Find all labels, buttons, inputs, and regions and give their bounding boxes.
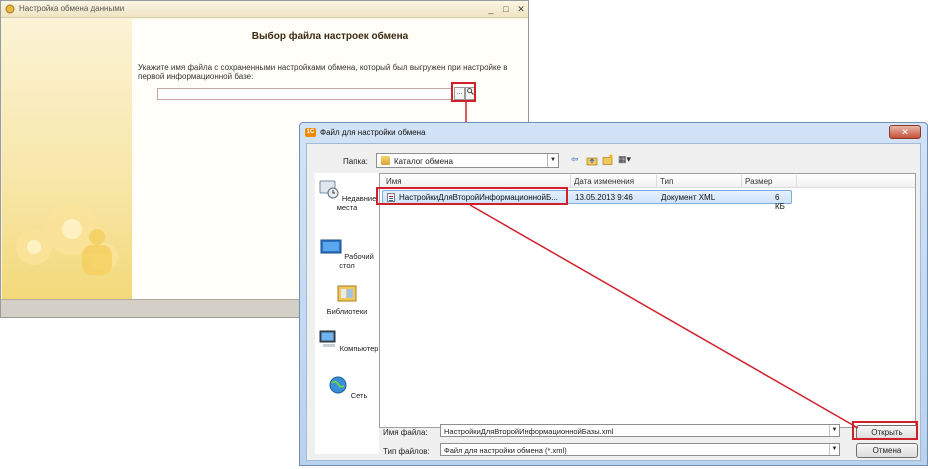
window-title: Настройка обмена данными	[19, 4, 125, 13]
filetype-dropdown[interactable]: Файл для настройки обмена (*.xml) ▼	[440, 443, 840, 456]
place-label: Недавние места	[336, 194, 377, 212]
back-arrow-icon[interactable]: ⇦	[571, 153, 579, 166]
page-title: Выбор файла настроек обмена	[251, 31, 409, 42]
folder-up-icon[interactable]	[586, 154, 598, 167]
open-file-button[interactable]	[465, 87, 476, 100]
filename-input[interactable]: НастройкиДляВторойИнформационнойБазы.xml…	[440, 424, 840, 437]
filetype-label: Тип файлов:	[383, 447, 430, 456]
file-size: 6 КБ	[775, 193, 785, 211]
filename-label: Имя файла:	[383, 428, 428, 437]
cancel-button[interactable]: Отмена	[856, 443, 918, 458]
filename-value: НастройкиДляВторойИнформационнойБазы.xml	[444, 427, 614, 436]
place-desktop[interactable]: Рабочий стол	[315, 237, 379, 270]
file-list: Имя Дата изменения Тип Размер НастройкиД…	[379, 173, 916, 428]
place-label: Сеть	[350, 391, 368, 400]
table-row[interactable]: НастройкиДляВторойИнформационнойБ... 13.…	[382, 190, 792, 211]
window-titlebar: Настройка обмена данными _ □ ✕	[1, 1, 528, 18]
maximize-button[interactable]: □	[500, 3, 512, 15]
look-in-value: Каталог обмена	[394, 157, 453, 166]
gears-illustration	[16, 203, 118, 275]
file-type: Документ XML	[661, 193, 716, 202]
column-header-type[interactable]: Тип	[660, 177, 673, 186]
column-header-date[interactable]: Дата изменения	[574, 177, 634, 186]
decorative-sidebar	[2, 19, 132, 299]
desktop-icon	[320, 239, 342, 254]
libraries-icon	[337, 285, 357, 302]
onec-app-icon: 1C	[305, 128, 316, 137]
column-header-size[interactable]: Размер	[745, 177, 773, 186]
file-name: НастройкиДляВторойИнформационнойБ...	[399, 193, 558, 202]
network-icon	[329, 376, 347, 394]
place-label: Рабочий стол	[339, 252, 374, 270]
look-in-label: Папка:	[343, 157, 368, 166]
file-list-header: Имя Дата изменения Тип Размер	[380, 174, 915, 188]
open-button[interactable]: Открыть	[856, 425, 918, 440]
view-menu-icon[interactable]: ▦▾	[618, 153, 631, 166]
xml-file-icon	[387, 193, 395, 202]
look-in-dropdown[interactable]: Каталог обмена ▼	[376, 153, 559, 168]
place-libraries[interactable]: Библиотеки	[315, 283, 379, 316]
app-icon	[5, 4, 15, 14]
minimize-button[interactable]: _	[485, 3, 497, 15]
chevron-down-icon[interactable]: ▼	[829, 444, 839, 455]
file-date: 13.05.2013 9:46	[575, 193, 633, 202]
recent-places-icon	[319, 180, 339, 199]
dialog-close-button[interactable]: ✕	[889, 125, 921, 139]
chevron-down-icon[interactable]: ▼	[547, 154, 558, 167]
places-bar: Недавние места Рабочий стол Библиотеки К…	[315, 173, 379, 454]
dialog-title: Файл для настройки обмена	[320, 128, 426, 137]
filetype-value: Файл для настройки обмена (*.xml)	[444, 446, 567, 455]
place-computer[interactable]: Компьютер	[315, 329, 379, 353]
folder-icon	[381, 156, 390, 165]
place-label: Библиотеки	[326, 307, 368, 316]
column-header-name[interactable]: Имя	[386, 177, 402, 186]
settings-file-path-input[interactable]	[157, 88, 452, 100]
chevron-down-icon[interactable]: ▼	[829, 425, 839, 436]
place-recent[interactable]: Недавние места	[315, 179, 379, 212]
magnifier-icon	[467, 88, 474, 95]
new-folder-icon[interactable]	[602, 153, 614, 166]
computer-icon	[319, 330, 336, 347]
instruction-text: Укажите имя файла с сохраненными настрой…	[138, 63, 508, 81]
close-button[interactable]: ✕	[515, 3, 527, 15]
dialog-body: Папка: Каталог обмена ▼ ⇦ ▦▾ Недавние ме…	[306, 143, 921, 461]
place-label: Компьютер	[339, 344, 379, 353]
place-network[interactable]: Сеть	[315, 376, 379, 400]
browse-button[interactable]: ...	[454, 87, 465, 100]
open-file-dialog: 1C Файл для настройки обмена ✕ Папка: Ка…	[299, 122, 928, 466]
